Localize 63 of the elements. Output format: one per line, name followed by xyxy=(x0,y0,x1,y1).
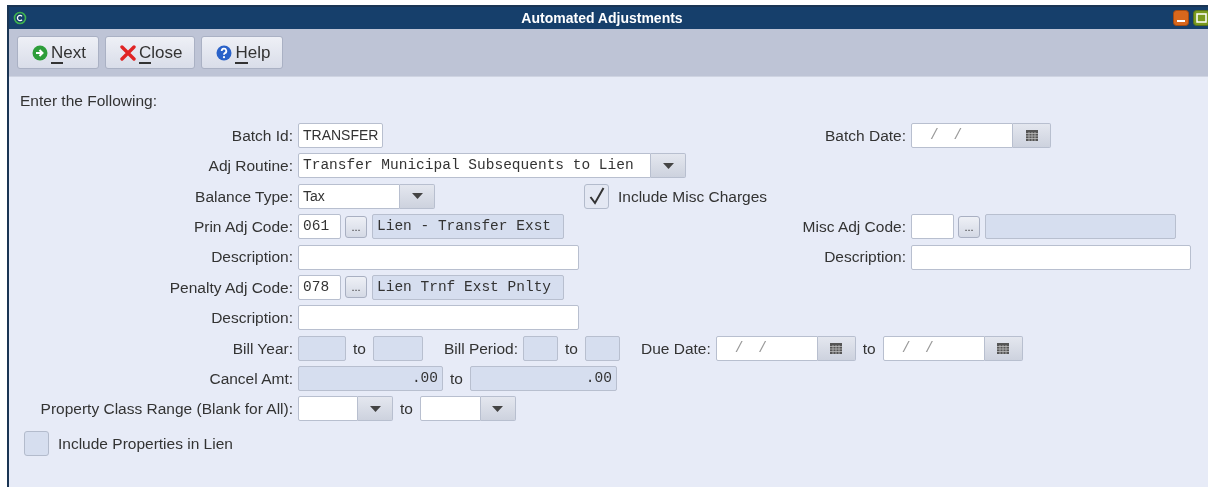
field-label: Description: xyxy=(210,308,294,329)
next-button[interactable]: Next xyxy=(17,36,99,69)
help-icon xyxy=(216,44,233,61)
calendar-button[interactable] xyxy=(984,335,1023,361)
help-button[interactable]: Help xyxy=(201,36,284,69)
field-label: Balance Type: xyxy=(194,186,294,207)
field-label: Cancel Amt: xyxy=(208,368,294,389)
caret-down-icon xyxy=(369,405,381,412)
field-label: Adj Routine: xyxy=(207,156,294,177)
description-field[interactable] xyxy=(298,244,579,270)
calendar-button[interactable] xyxy=(817,335,856,361)
to-label: to xyxy=(399,399,414,420)
routine-dropdown[interactable]: Transfer Municipal Subsequents to Lien xyxy=(298,153,651,179)
maximize-icon[interactable] xyxy=(1193,10,1208,26)
caret-down-icon xyxy=(492,405,504,412)
calendar-icon xyxy=(1025,129,1038,141)
to-label: to xyxy=(564,338,579,359)
form-heading: Enter the Following: xyxy=(20,92,157,109)
checkbox-label: Include Misc Charges xyxy=(618,186,768,207)
close-icon xyxy=(119,44,136,61)
close-button[interactable]: Close xyxy=(104,36,196,69)
checkbox[interactable] xyxy=(24,430,49,456)
calendar-icon xyxy=(997,342,1010,354)
field-label: Property Class Range (Blank for All): xyxy=(39,399,294,420)
checkbox[interactable] xyxy=(584,183,609,209)
calendar-icon xyxy=(830,342,843,354)
to-label: to xyxy=(352,338,367,359)
caret-down-icon xyxy=(411,193,423,200)
code-field[interactable]: 078 xyxy=(298,274,341,300)
minimize-icon[interactable] xyxy=(1173,10,1189,26)
to-label: to xyxy=(861,338,877,359)
code-name-field: Lien Trnf Exst Pnlty xyxy=(372,274,564,300)
checkbox-label: Include Properties in Lien xyxy=(58,433,233,454)
field-label: Batch Date: xyxy=(824,125,907,146)
to-label: to xyxy=(449,368,464,389)
code-field[interactable]: 061 xyxy=(298,214,341,240)
next-icon xyxy=(32,44,48,61)
batch-id-field[interactable]: TRANSFER xyxy=(298,122,383,148)
field-label: Misc Adj Code: xyxy=(801,217,907,237)
description-field[interactable] xyxy=(911,244,1191,270)
lookup-button[interactable]: ... xyxy=(958,215,980,238)
window-title: Automated Adjustments xyxy=(521,10,683,26)
dropdown-button[interactable] xyxy=(358,396,393,422)
field-label: Due Date: xyxy=(640,338,711,359)
lookup-button[interactable]: ... xyxy=(345,215,367,238)
balance-type-dropdown[interactable]: Tax xyxy=(298,183,400,209)
field-label: Prin Adj Code: xyxy=(192,217,294,237)
lookup-button[interactable]: ... xyxy=(345,276,367,299)
code-name-field: Lien - Transfer Exst xyxy=(372,214,564,240)
calendar-button[interactable] xyxy=(1013,122,1051,148)
caret-down-icon xyxy=(662,162,674,169)
field-label: Penalty Adj Code: xyxy=(168,277,294,298)
dropdown-button[interactable] xyxy=(400,183,435,209)
field-label: Description: xyxy=(823,247,907,268)
field-label: Bill Period: xyxy=(443,338,519,359)
code-field[interactable] xyxy=(911,214,954,240)
checkmark-icon xyxy=(588,187,605,206)
field-label: Description: xyxy=(210,247,294,268)
dropdown-button[interactable] xyxy=(651,153,686,179)
field-label: Bill Year: xyxy=(231,338,294,359)
description-field[interactable] xyxy=(298,305,579,331)
dropdown-button[interactable] xyxy=(480,396,516,422)
field-label: Batch Id: xyxy=(230,125,294,146)
